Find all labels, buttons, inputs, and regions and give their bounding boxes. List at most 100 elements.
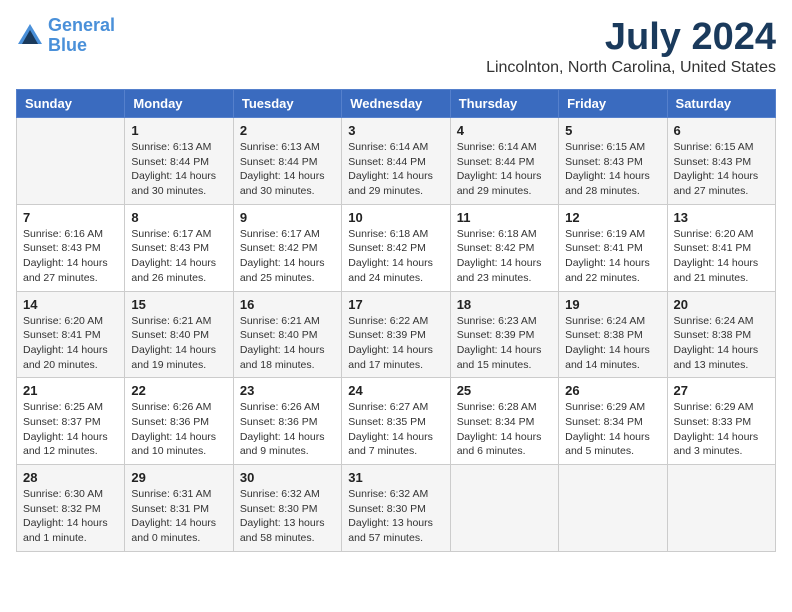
- calendar-week: 7 Sunrise: 6:16 AM Sunset: 8:43 PM Daylig…: [17, 204, 776, 291]
- calendar-cell: 15 Sunrise: 6:21 AM Sunset: 8:40 PM Dayli…: [125, 291, 233, 378]
- day-number: 23: [240, 383, 335, 398]
- day-info: Sunrise: 6:30 AM Sunset: 8:32 PM Dayligh…: [23, 487, 118, 546]
- calendar-table: SundayMondayTuesdayWednesdayThursdayFrid…: [16, 89, 776, 552]
- calendar-cell: 9Sunrise: 6:17 AM Sunset: 8:42 PM Daylig…: [233, 204, 341, 291]
- day-info: Sunrise: 6:24 AM Sunset: 8:38 PM Dayligh…: [565, 314, 660, 373]
- title-section: July 2024 Lincolnton, North Carolina, Un…: [486, 16, 776, 77]
- day-info: Sunrise: 6:17 AM Sunset: 8:43 PM Dayligh…: [131, 227, 226, 286]
- weekday-header: Friday: [559, 90, 667, 118]
- day-number: 9: [240, 210, 335, 225]
- day-number: 15: [131, 297, 226, 312]
- day-info: Sunrise: 6:21 AM Sunset: 8:40 PM Dayligh…: [131, 314, 226, 373]
- day-info: Sunrise: 6:32 AM Sunset: 8:30 PM Dayligh…: [348, 487, 443, 546]
- day-info: Sunrise: 6:15 AM Sunset: 8:43 PM Dayligh…: [565, 140, 660, 199]
- day-info: Sunrise: 6:25 AM Sunset: 8:37 PM Dayligh…: [23, 400, 118, 459]
- day-number: 26: [565, 383, 660, 398]
- day-info: Sunrise: 6:20 AM Sunset: 8:41 PM Dayligh…: [674, 227, 769, 286]
- weekday-header: Tuesday: [233, 90, 341, 118]
- day-info: Sunrise: 6:18 AM Sunset: 8:42 PM Dayligh…: [348, 227, 443, 286]
- header-row: SundayMondayTuesdayWednesdayThursdayFrid…: [17, 90, 776, 118]
- day-number: 31: [348, 470, 443, 485]
- day-info: Sunrise: 6:21 AM Sunset: 8:40 PM Dayligh…: [240, 314, 335, 373]
- calendar-cell: 31 Sunrise: 6:32 AM Sunset: 8:30 PM Dayli…: [342, 465, 450, 552]
- calendar-cell: 6 Sunrise: 6:15 AM Sunset: 8:43 PM Daylig…: [667, 118, 775, 205]
- calendar-cell: 14 Sunrise: 6:20 AM Sunset: 8:41 PM Dayli…: [17, 291, 125, 378]
- calendar-cell: 12 Sunrise: 6:19 AM Sunset: 8:41 PM Dayli…: [559, 204, 667, 291]
- day-number: 2: [240, 123, 335, 138]
- day-number: 30: [240, 470, 335, 485]
- day-number: 17: [348, 297, 443, 312]
- calendar-week: 28 Sunrise: 6:30 AM Sunset: 8:32 PM Dayli…: [17, 465, 776, 552]
- calendar-cell: [667, 465, 775, 552]
- calendar-cell: 1 Sunrise: 6:13 AM Sunset: 8:44 PM Daylig…: [125, 118, 233, 205]
- day-number: 5: [565, 123, 660, 138]
- day-number: 4: [457, 123, 552, 138]
- day-number: 3: [348, 123, 443, 138]
- calendar-cell: 13 Sunrise: 6:20 AM Sunset: 8:41 PM Dayli…: [667, 204, 775, 291]
- weekday-header: Thursday: [450, 90, 558, 118]
- weekday-header: Sunday: [17, 90, 125, 118]
- calendar-cell: 8 Sunrise: 6:17 AM Sunset: 8:43 PM Daylig…: [125, 204, 233, 291]
- day-number: 12: [565, 210, 660, 225]
- calendar-cell: 18Sunrise: 6:23 AM Sunset: 8:39 PM Dayli…: [450, 291, 558, 378]
- calendar-cell: 11 Sunrise: 6:18 AM Sunset: 8:42 PM Dayli…: [450, 204, 558, 291]
- day-number: 7: [23, 210, 118, 225]
- calendar-cell: 27Sunrise: 6:29 AM Sunset: 8:33 PM Dayli…: [667, 378, 775, 465]
- calendar-cell: 7 Sunrise: 6:16 AM Sunset: 8:43 PM Daylig…: [17, 204, 125, 291]
- calendar-cell: 29 Sunrise: 6:31 AM Sunset: 8:31 PM Dayli…: [125, 465, 233, 552]
- day-number: 24: [348, 383, 443, 398]
- day-number: 18: [457, 297, 552, 312]
- calendar-week: 14 Sunrise: 6:20 AM Sunset: 8:41 PM Dayli…: [17, 291, 776, 378]
- day-number: 28: [23, 470, 118, 485]
- day-info: Sunrise: 6:15 AM Sunset: 8:43 PM Dayligh…: [674, 140, 769, 199]
- day-number: 20: [674, 297, 769, 312]
- day-info: Sunrise: 6:28 AM Sunset: 8:34 PM Dayligh…: [457, 400, 552, 459]
- day-info: Sunrise: 6:32 AM Sunset: 8:30 PM Dayligh…: [240, 487, 335, 546]
- day-info: Sunrise: 6:20 AM Sunset: 8:41 PM Dayligh…: [23, 314, 118, 373]
- calendar-cell: [559, 465, 667, 552]
- day-info: Sunrise: 6:26 AM Sunset: 8:36 PM Dayligh…: [240, 400, 335, 459]
- day-info: Sunrise: 6:24 AM Sunset: 8:38 PM Dayligh…: [674, 314, 769, 373]
- day-info: Sunrise: 6:22 AM Sunset: 8:39 PM Dayligh…: [348, 314, 443, 373]
- day-number: 1: [131, 123, 226, 138]
- day-number: 6: [674, 123, 769, 138]
- day-info: Sunrise: 6:13 AM Sunset: 8:44 PM Dayligh…: [131, 140, 226, 199]
- calendar-cell: 10 Sunrise: 6:18 AM Sunset: 8:42 PM Dayli…: [342, 204, 450, 291]
- location-title: Lincolnton, North Carolina, United State…: [486, 59, 776, 77]
- calendar-cell: 23 Sunrise: 6:26 AM Sunset: 8:36 PM Dayli…: [233, 378, 341, 465]
- day-info: Sunrise: 6:27 AM Sunset: 8:35 PM Dayligh…: [348, 400, 443, 459]
- day-info: Sunrise: 6:26 AM Sunset: 8:36 PM Dayligh…: [131, 400, 226, 459]
- calendar-cell: 21Sunrise: 6:25 AM Sunset: 8:37 PM Dayli…: [17, 378, 125, 465]
- calendar-cell: 20 Sunrise: 6:24 AM Sunset: 8:38 PM Dayli…: [667, 291, 775, 378]
- calendar-cell: 19Sunrise: 6:24 AM Sunset: 8:38 PM Dayli…: [559, 291, 667, 378]
- day-number: 11: [457, 210, 552, 225]
- day-info: Sunrise: 6:13 AM Sunset: 8:44 PM Dayligh…: [240, 140, 335, 199]
- day-number: 25: [457, 383, 552, 398]
- header: General Blue July 2024 Lincolnton, North…: [16, 16, 776, 77]
- day-number: 8: [131, 210, 226, 225]
- calendar-cell: 16 Sunrise: 6:21 AM Sunset: 8:40 PM Dayli…: [233, 291, 341, 378]
- logo-icon: [16, 22, 44, 50]
- logo: General Blue: [16, 16, 115, 56]
- day-info: Sunrise: 6:31 AM Sunset: 8:31 PM Dayligh…: [131, 487, 226, 546]
- day-info: Sunrise: 6:16 AM Sunset: 8:43 PM Dayligh…: [23, 227, 118, 286]
- weekday-header: Wednesday: [342, 90, 450, 118]
- day-info: Sunrise: 6:14 AM Sunset: 8:44 PM Dayligh…: [457, 140, 552, 199]
- day-number: 14: [23, 297, 118, 312]
- day-number: 16: [240, 297, 335, 312]
- calendar-cell: 26Sunrise: 6:29 AM Sunset: 8:34 PM Dayli…: [559, 378, 667, 465]
- month-title: July 2024: [486, 16, 776, 59]
- weekday-header: Saturday: [667, 90, 775, 118]
- weekday-header: Monday: [125, 90, 233, 118]
- calendar-cell: [450, 465, 558, 552]
- calendar-cell: [17, 118, 125, 205]
- day-number: 13: [674, 210, 769, 225]
- day-number: 29: [131, 470, 226, 485]
- day-number: 10: [348, 210, 443, 225]
- calendar-cell: 3Sunrise: 6:14 AM Sunset: 8:44 PM Daylig…: [342, 118, 450, 205]
- calendar-cell: 5 Sunrise: 6:15 AM Sunset: 8:43 PM Daylig…: [559, 118, 667, 205]
- logo-text: General Blue: [48, 16, 115, 56]
- day-info: Sunrise: 6:19 AM Sunset: 8:41 PM Dayligh…: [565, 227, 660, 286]
- calendar-cell: 24 Sunrise: 6:27 AM Sunset: 8:35 PM Dayli…: [342, 378, 450, 465]
- day-info: Sunrise: 6:18 AM Sunset: 8:42 PM Dayligh…: [457, 227, 552, 286]
